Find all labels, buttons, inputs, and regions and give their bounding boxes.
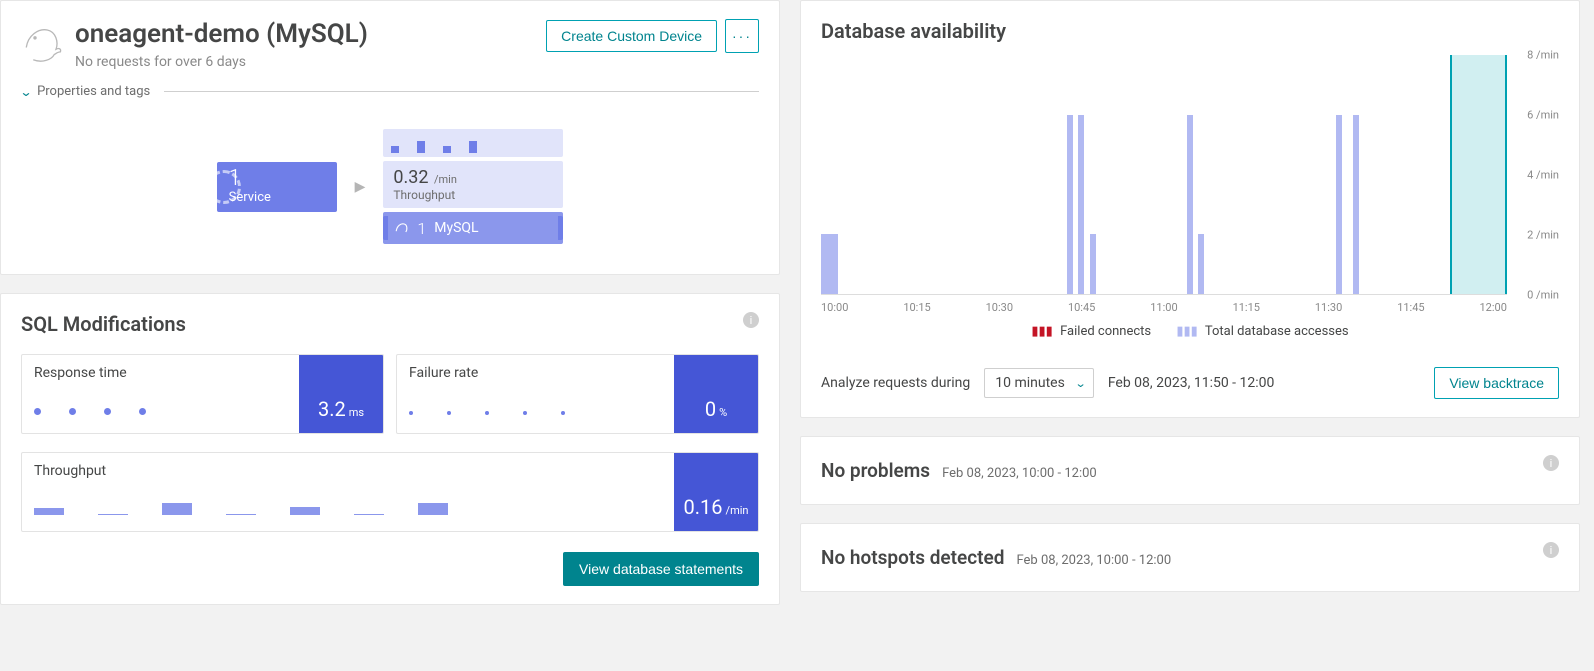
service-label: Service bbox=[229, 190, 271, 205]
hotspots-title: No hotspots detected bbox=[821, 546, 1004, 569]
chart-x-axis: 10:0010:1510:3010:4511:0011:1511:3011:45… bbox=[821, 301, 1559, 314]
throughput-card-value: 0.16 bbox=[684, 495, 723, 519]
total-accesses-icon: ▮▮▮ bbox=[1176, 324, 1197, 339]
failure-rate-card[interactable]: Failure rate 0 % bbox=[396, 354, 759, 434]
chart-legend: ▮▮▮ Failed connects ▮▮▮ Total database a… bbox=[821, 324, 1559, 339]
throughput-card[interactable]: Throughput 0.16 /min bbox=[21, 452, 759, 532]
selected-time-range: Feb 08, 2023, 11:50 - 12:00 bbox=[1108, 375, 1275, 391]
throughput-card-label: Throughput bbox=[34, 463, 662, 479]
sql-modifications-panel: SQL Modifications i Response time 3.2 ms bbox=[0, 293, 780, 605]
problems-timestamp: Feb 08, 2023, 10:00 - 12:00 bbox=[942, 466, 1097, 481]
service-flow-diagram: 1 Service ▶ 0.32 /min bbox=[21, 129, 759, 244]
failure-rate-label: Failure rate bbox=[409, 365, 662, 381]
throughput-sparkline-bars bbox=[34, 503, 662, 521]
response-time-sparkline bbox=[34, 408, 287, 423]
chevron-down-icon: ⌄ bbox=[1074, 377, 1086, 390]
availability-chart[interactable]: 8 /min6 /min4 /min2 /min0 /min bbox=[821, 55, 1559, 295]
response-time-unit: ms bbox=[349, 406, 364, 419]
flow-arrow-icon: ▶ bbox=[355, 179, 366, 195]
service-tile[interactable]: 1 Service bbox=[217, 162, 337, 212]
view-database-statements-button[interactable]: View database statements bbox=[563, 552, 759, 586]
page-title: oneagent-demo (MySQL) bbox=[75, 19, 546, 50]
response-time-label: Response time bbox=[34, 365, 287, 381]
failed-connects-icon: ▮▮▮ bbox=[1031, 324, 1052, 339]
problems-panel: i No problems Feb 08, 2023, 10:00 - 12:0… bbox=[800, 436, 1580, 505]
hotspots-timestamp: Feb 08, 2023, 10:00 - 12:00 bbox=[1016, 553, 1171, 568]
chevron-down-icon: ⌄ bbox=[19, 85, 32, 99]
database-label: MySQL bbox=[434, 220, 478, 236]
database-count: 1 bbox=[417, 219, 426, 238]
view-backtrace-button[interactable]: View backtrace bbox=[1434, 367, 1559, 399]
database-availability-title: Database availability bbox=[821, 19, 1559, 43]
divider bbox=[164, 91, 759, 92]
time-selection[interactable] bbox=[1450, 55, 1507, 294]
throughput-unit: /min bbox=[434, 173, 457, 186]
info-icon[interactable]: i bbox=[1543, 542, 1559, 558]
database-availability-panel: Database availability 8 /min6 /min4 /min… bbox=[800, 0, 1580, 418]
more-actions-button[interactable]: ··· bbox=[725, 19, 759, 53]
info-icon[interactable]: i bbox=[1543, 455, 1559, 471]
response-time-card[interactable]: Response time 3.2 ms bbox=[21, 354, 384, 434]
device-header-panel: oneagent-demo (MySQL) No requests for ov… bbox=[0, 0, 780, 275]
throughput-tile[interactable]: 0.32 /min Throughput bbox=[383, 161, 563, 208]
database-icon bbox=[393, 220, 409, 236]
legend-total: Total database accesses bbox=[1205, 324, 1349, 339]
failure-rate-sparkline bbox=[409, 411, 662, 423]
time-window-value: 10 minutes bbox=[995, 375, 1065, 391]
properties-and-tags-toggle[interactable]: ⌄ Properties and tags bbox=[21, 84, 759, 99]
page-subtitle: No requests for over 6 days bbox=[75, 54, 546, 70]
sql-modifications-title: SQL Modifications bbox=[21, 312, 759, 336]
database-tile[interactable]: 1 MySQL bbox=[383, 212, 563, 244]
analyze-label: Analyze requests during bbox=[821, 375, 970, 391]
create-custom-device-button[interactable]: Create Custom Device bbox=[546, 20, 717, 52]
throughput-card-unit: /min bbox=[726, 504, 749, 517]
time-window-select[interactable]: 10 minutes ⌄ bbox=[984, 368, 1094, 398]
failure-rate-unit: % bbox=[719, 406, 727, 419]
properties-and-tags-label: Properties and tags bbox=[37, 84, 150, 99]
mysql-dolphin-icon bbox=[21, 19, 75, 69]
failure-rate-value: 0 bbox=[705, 397, 716, 421]
service-count: 1 bbox=[229, 168, 271, 190]
problems-title: No problems bbox=[821, 459, 930, 482]
response-time-value: 3.2 bbox=[318, 397, 346, 421]
throughput-label: Throughput bbox=[393, 188, 553, 202]
legend-failed: Failed connects bbox=[1060, 324, 1151, 339]
throughput-sparkline bbox=[383, 129, 563, 157]
throughput-value: 0.32 bbox=[393, 167, 428, 188]
hotspots-panel: i No hotspots detected Feb 08, 2023, 10:… bbox=[800, 523, 1580, 592]
